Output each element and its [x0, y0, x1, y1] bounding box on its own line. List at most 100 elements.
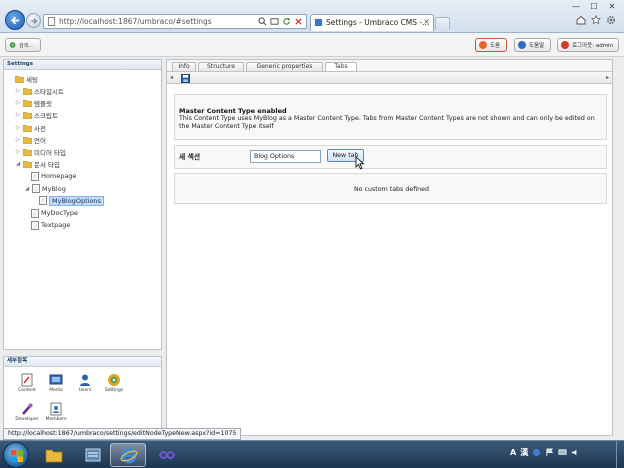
logout-icon — [561, 41, 569, 49]
arrow-right-icon — [30, 17, 37, 24]
expander-icon[interactable]: ▷ — [15, 112, 21, 118]
expander-icon[interactable]: ▷ — [15, 125, 21, 131]
document-type-icon — [39, 196, 47, 206]
ime-indicator[interactable]: 漢 — [520, 447, 528, 458]
tree-item-doc-type[interactable]: ◢ MyBlog — [24, 183, 66, 195]
expander-icon[interactable]: ▷ — [15, 88, 21, 94]
forward-button[interactable] — [26, 13, 41, 28]
expander-icon[interactable]: ▷ — [15, 100, 21, 106]
save-icon[interactable] — [181, 74, 190, 83]
about-label: 도움말 — [529, 43, 545, 49]
refresh-icon[interactable] — [282, 17, 291, 26]
flag-icon[interactable] — [545, 448, 554, 457]
tree-item-label: 문서 타입 — [34, 161, 60, 170]
tree-item-label: 스타일시트 — [34, 88, 64, 96]
tree-item[interactable]: ▷ 언어 — [15, 134, 46, 146]
taskbar-app[interactable] — [75, 443, 111, 467]
folder-icon — [45, 449, 63, 463]
section-developer[interactable]: Developer — [13, 402, 41, 422]
expander-icon[interactable]: ◢ — [15, 161, 21, 167]
section-media-label: Media — [49, 388, 63, 393]
sections-panel: 세부항목 Content Media Users Settings Develo… — [3, 356, 162, 436]
compat-view-icon[interactable] — [270, 17, 279, 26]
favorites-star-icon[interactable] — [591, 15, 601, 25]
tab-close-button[interactable]: × — [423, 17, 430, 26]
visual-studio-icon — [158, 451, 176, 459]
back-button[interactable] — [5, 10, 25, 30]
tree-item[interactable]: ▷ 스타일시트 — [15, 85, 64, 97]
section-settings[interactable]: Settings — [100, 373, 128, 393]
search-icon[interactable] — [258, 17, 267, 26]
taskbar-internet-explorer[interactable] — [110, 443, 146, 467]
media-icon — [49, 374, 63, 385]
members-icon — [50, 402, 62, 416]
start-button[interactable] — [3, 442, 29, 468]
tree-item-selected[interactable]: MyBlogOptions — [39, 195, 104, 207]
taskbar-explorer[interactable] — [36, 443, 72, 467]
expander-icon[interactable]: ▷ — [15, 137, 21, 143]
home-icon[interactable] — [576, 15, 586, 25]
logout-button[interactable]: 로그아웃: admin — [557, 38, 619, 52]
section-content[interactable]: Content — [13, 373, 41, 393]
language-indicator[interactable]: A — [510, 448, 516, 457]
tree-item[interactable]: ▷ 스크립트 — [15, 109, 58, 121]
maximize-button[interactable]: ☐ — [585, 0, 603, 12]
folder-icon — [23, 124, 32, 132]
doc-type-label: MyDocType — [41, 209, 78, 217]
tree-item[interactable]: ▷ 템플릿 — [15, 97, 52, 109]
section-content-label: Content — [18, 388, 36, 393]
tree-item[interactable]: ▷ 사전 — [15, 122, 46, 134]
tree-item[interactable]: ▷ 미디어 타입 — [15, 146, 66, 158]
windows-logo-icon — [11, 450, 23, 462]
about-button[interactable]: 도움말 — [514, 38, 551, 52]
editor-tabs: Info Structure Generic properties Tabs — [167, 60, 612, 73]
volume-icon[interactable] — [571, 448, 580, 457]
new-section-label: 새 섹션 — [179, 153, 201, 161]
section-users-label: Users — [78, 388, 92, 393]
show-desktop-button[interactable] — [616, 441, 624, 468]
stop-icon[interactable] — [294, 17, 303, 26]
doc-type-label: MyBlogOptions — [49, 195, 104, 206]
search-button[interactable]: 검색... — [5, 38, 41, 52]
section-developer-label: Developer — [15, 417, 39, 422]
tree-item[interactable]: ◢ 문서 타입 — [15, 158, 60, 170]
browser-chrome: http://localhost:1867/umbraco/#settings … — [0, 0, 624, 33]
browser-tab[interactable]: Settings - Umbraco CMS -... × — [310, 14, 434, 31]
master-title: Master Content Type enabled — [179, 107, 287, 115]
doc-type-label: Textpage — [41, 221, 71, 230]
doc-type-label: MyBlog — [42, 184, 66, 193]
help-tray-icon[interactable] — [532, 448, 541, 457]
expander-icon[interactable]: ◢ — [24, 186, 30, 192]
window-controls: — ☐ ✕ — [567, 0, 621, 12]
scroll-left-icon[interactable]: ◂ — [170, 74, 173, 81]
folder-icon — [23, 100, 32, 108]
taskbar-visual-studio[interactable] — [149, 443, 185, 467]
custom-tabs-list: No custom tabs defined — [174, 173, 607, 204]
settings-icon — [108, 374, 120, 386]
address-icons — [258, 17, 303, 26]
close-button[interactable]: ✕ — [603, 0, 621, 12]
tree-root[interactable]: 세팅 — [7, 73, 38, 85]
section-users[interactable]: Users — [71, 373, 99, 393]
address-text[interactable]: http://localhost:1867/umbraco/#settings — [59, 17, 212, 26]
search-label: 검색... — [19, 42, 33, 49]
minimize-button[interactable]: — — [567, 0, 585, 12]
new-tab-name-input[interactable] — [250, 150, 321, 163]
developer-icon — [22, 403, 33, 415]
new-tab-button[interactable] — [435, 17, 450, 29]
scroll-right-icon[interactable]: ▸ — [606, 74, 609, 81]
tree-item-doc-type[interactable]: Textpage — [31, 219, 70, 231]
network-icon[interactable] — [558, 448, 567, 457]
folder-icon — [23, 136, 32, 144]
tree-item-doc-type[interactable]: MyDocType — [31, 207, 78, 219]
section-media[interactable]: Media — [42, 373, 70, 393]
search-icon — [9, 42, 16, 48]
help-button[interactable]: 도움 — [475, 38, 507, 52]
tree-item-doc-type[interactable]: Homepage — [31, 170, 76, 182]
tree-root-label: 세팅 — [26, 76, 38, 84]
section-members[interactable]: Members — [42, 402, 70, 422]
expander-icon[interactable]: ▷ — [15, 149, 21, 155]
address-bar[interactable]: http://localhost:1867/umbraco/#settings — [43, 14, 307, 29]
tree-header: Settings — [4, 60, 161, 70]
gear-icon[interactable] — [606, 15, 616, 25]
